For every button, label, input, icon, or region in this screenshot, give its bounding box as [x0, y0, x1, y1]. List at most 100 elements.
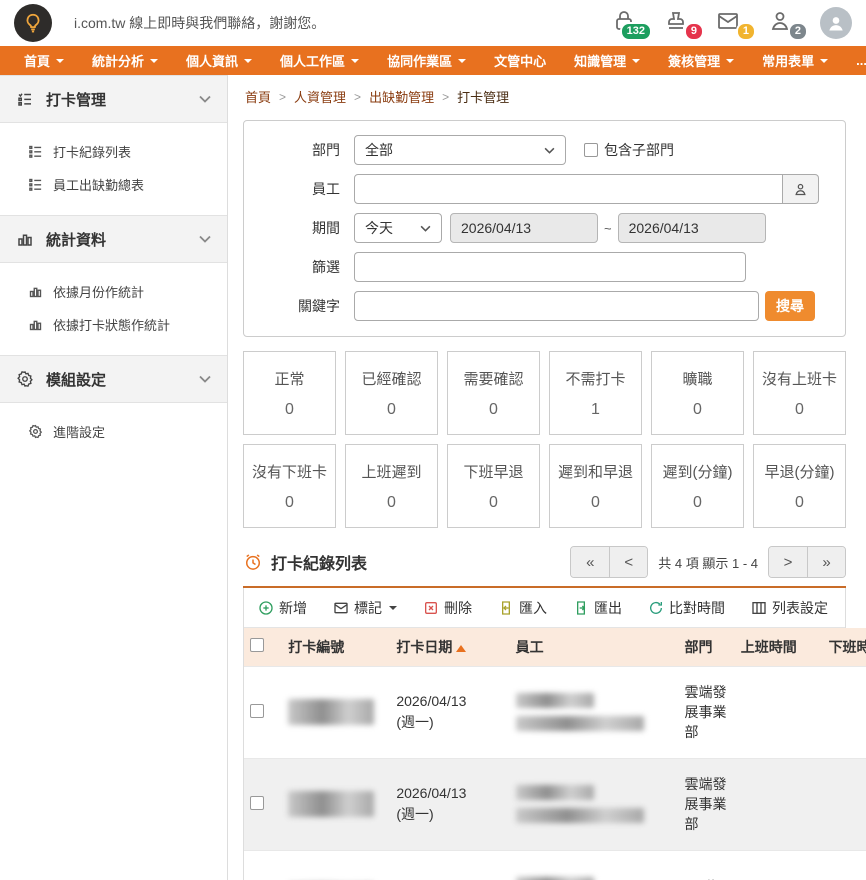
- import-button[interactable]: 匯入: [498, 598, 547, 618]
- stamp-approvals-button[interactable]: 9: [664, 9, 692, 37]
- status-card-normal[interactable]: 正常 0: [243, 351, 336, 435]
- date-from-input[interactable]: 2026/04/13: [450, 213, 598, 243]
- dept-select[interactable]: 全部: [354, 135, 566, 165]
- chevron-down-icon: [820, 59, 828, 63]
- redacted-punch-id: [288, 699, 374, 725]
- nav-item-workspace[interactable]: 個人工作區: [266, 46, 373, 75]
- list-icon: [28, 177, 43, 192]
- sidebar-section-punch-management[interactable]: 打卡管理: [0, 75, 227, 123]
- filter-panel: 部門 全部 包含子部門 員工: [243, 120, 846, 337]
- sidebar-item-punch-record-list[interactable]: 打卡紀錄列表: [0, 135, 227, 168]
- sort-asc-icon: [456, 645, 466, 652]
- lock-notifications-button[interactable]: 132: [612, 9, 640, 37]
- records-section-header: 打卡紀錄列表 « < 共 4 項 顯示 1 - 4 > »: [243, 546, 846, 588]
- checklist-icon: [16, 90, 34, 108]
- chevron-down-icon: [420, 225, 431, 232]
- nav-item-document-center[interactable]: 文管中心: [480, 46, 560, 75]
- pagination-prev-button[interactable]: <: [609, 547, 647, 577]
- filter-label: 篩選: [258, 257, 354, 277]
- col-department[interactable]: 部門: [678, 628, 734, 666]
- chevron-down-icon: [150, 59, 158, 63]
- date-to-input[interactable]: 2026/04/13: [618, 213, 766, 243]
- keyword-input[interactable]: [354, 291, 759, 321]
- chevron-down-icon: [544, 147, 555, 154]
- nav-item-forms[interactable]: 常用表單: [748, 46, 842, 75]
- col-clock-in[interactable]: 上班時間: [735, 628, 823, 666]
- col-punch-id[interactable]: 打卡編號: [282, 628, 390, 666]
- delete-button[interactable]: 刪除: [423, 598, 472, 618]
- status-card-early-leave[interactable]: 下班早退 0: [447, 444, 540, 528]
- sidebar-item-stats-by-month[interactable]: 依據月份作統計: [0, 275, 227, 308]
- nav-item-knowledge[interactable]: 知識管理: [560, 46, 654, 75]
- status-card-no-clock-out[interactable]: 沒有下班卡 0: [243, 444, 336, 528]
- app-logo[interactable]: [14, 4, 52, 42]
- row-checkbox[interactable]: [250, 796, 264, 810]
- pagination-first-button[interactable]: «: [571, 547, 609, 577]
- status-card-no-clock-in[interactable]: 沒有上班卡 0: [753, 351, 846, 435]
- breadcrumb: 首頁 > 人資管理 > 出缺勤管理 > 打卡管理: [245, 87, 846, 106]
- pagination: « < 共 4 項 顯示 1 - 4 > »: [570, 546, 846, 578]
- employee-input[interactable]: [354, 174, 783, 204]
- chevron-down-icon: [56, 59, 64, 63]
- nav-item-collaboration[interactable]: 協同作業區: [373, 46, 480, 75]
- chevron-down-icon: [726, 59, 734, 63]
- status-card-need-confirm[interactable]: 需要確認 0: [447, 351, 540, 435]
- sidebar-section-module-settings[interactable]: 模組設定: [0, 355, 227, 403]
- table-row: 2026/04/13(週一) 雲端發展事業部 0: [244, 666, 866, 758]
- status-card-late-arrival[interactable]: 上班遲到 0: [345, 444, 438, 528]
- col-punch-date[interactable]: 打卡日期: [390, 628, 509, 666]
- table-row: 2026/04/13(週一) 雲端發展事業部 0: [244, 758, 866, 850]
- sidebar-section-statistics[interactable]: 統計資料: [0, 215, 227, 263]
- gear-icon: [16, 370, 34, 388]
- export-button[interactable]: 匯出: [573, 598, 622, 618]
- status-card-absent[interactable]: 曠職 0: [651, 351, 744, 435]
- nav-item-statistics[interactable]: 統計分析: [78, 46, 172, 75]
- compare-time-button[interactable]: 比對時間: [648, 598, 725, 618]
- gear-icon: [28, 424, 43, 439]
- list-settings-button[interactable]: 列表設定: [751, 598, 828, 618]
- sidebar-item-advanced-settings[interactable]: 進階設定: [0, 415, 227, 448]
- nav-item-approval[interactable]: 簽核管理: [654, 46, 748, 75]
- pagination-last-button[interactable]: »: [807, 547, 845, 577]
- breadcrumb-attendance[interactable]: 出缺勤管理: [369, 87, 434, 106]
- user-avatar[interactable]: [820, 7, 852, 39]
- chevron-down-icon: [244, 59, 252, 63]
- col-clock-out[interactable]: 下班時間: [823, 628, 866, 666]
- include-sub-dept-checkbox[interactable]: 包含子部門: [584, 140, 674, 160]
- nav-item-more[interactable]: ...: [842, 46, 866, 75]
- select-all-checkbox[interactable]: [250, 638, 264, 652]
- add-button[interactable]: 新增: [258, 598, 307, 618]
- pagination-next-button[interactable]: >: [769, 547, 807, 577]
- status-card-confirmed[interactable]: 已經確認 0: [345, 351, 438, 435]
- breadcrumb-hr[interactable]: 人資管理: [294, 87, 346, 106]
- dept-label: 部門: [258, 140, 354, 160]
- list-icon: [28, 144, 43, 159]
- redacted-employee-name: [516, 785, 594, 800]
- bar-chart-icon: [16, 230, 34, 248]
- mark-button[interactable]: 標記: [333, 598, 397, 618]
- bar-chart-icon: [28, 284, 43, 299]
- status-card-late-minutes[interactable]: 遲到(分鐘) 0: [651, 444, 744, 528]
- sidebar-item-attendance-summary[interactable]: 員工出缺勤總表: [0, 168, 227, 201]
- avatar-person-icon: [826, 13, 846, 33]
- nav-item-personal-info[interactable]: 個人資訊: [172, 46, 266, 75]
- mail-badge: 1: [736, 22, 756, 41]
- status-card-early-minutes[interactable]: 早退(分鐘) 0: [753, 444, 846, 528]
- chevron-down-icon: [351, 59, 359, 63]
- status-card-no-punch-required[interactable]: 不需打卡 1: [549, 351, 642, 435]
- export-icon: [573, 600, 589, 616]
- filter-input[interactable]: [354, 252, 746, 282]
- sidebar-item-stats-by-punch-status[interactable]: 依據打卡狀態作統計: [0, 308, 227, 341]
- mail-button[interactable]: 1: [716, 9, 744, 37]
- nav-item-home[interactable]: 首頁: [10, 46, 78, 75]
- status-card-late-and-early[interactable]: 遲到和早退 0: [549, 444, 642, 528]
- online-users-button[interactable]: 2: [768, 9, 796, 37]
- search-button[interactable]: 搜尋: [765, 291, 815, 321]
- col-employee[interactable]: 員工: [510, 628, 679, 666]
- period-preset-select[interactable]: 今天: [354, 213, 442, 243]
- row-checkbox[interactable]: [250, 704, 264, 718]
- breadcrumb-home[interactable]: 首頁: [245, 87, 271, 106]
- delete-icon: [423, 600, 439, 616]
- employee-picker-button[interactable]: [783, 174, 819, 204]
- breadcrumb-current: 打卡管理: [457, 87, 509, 106]
